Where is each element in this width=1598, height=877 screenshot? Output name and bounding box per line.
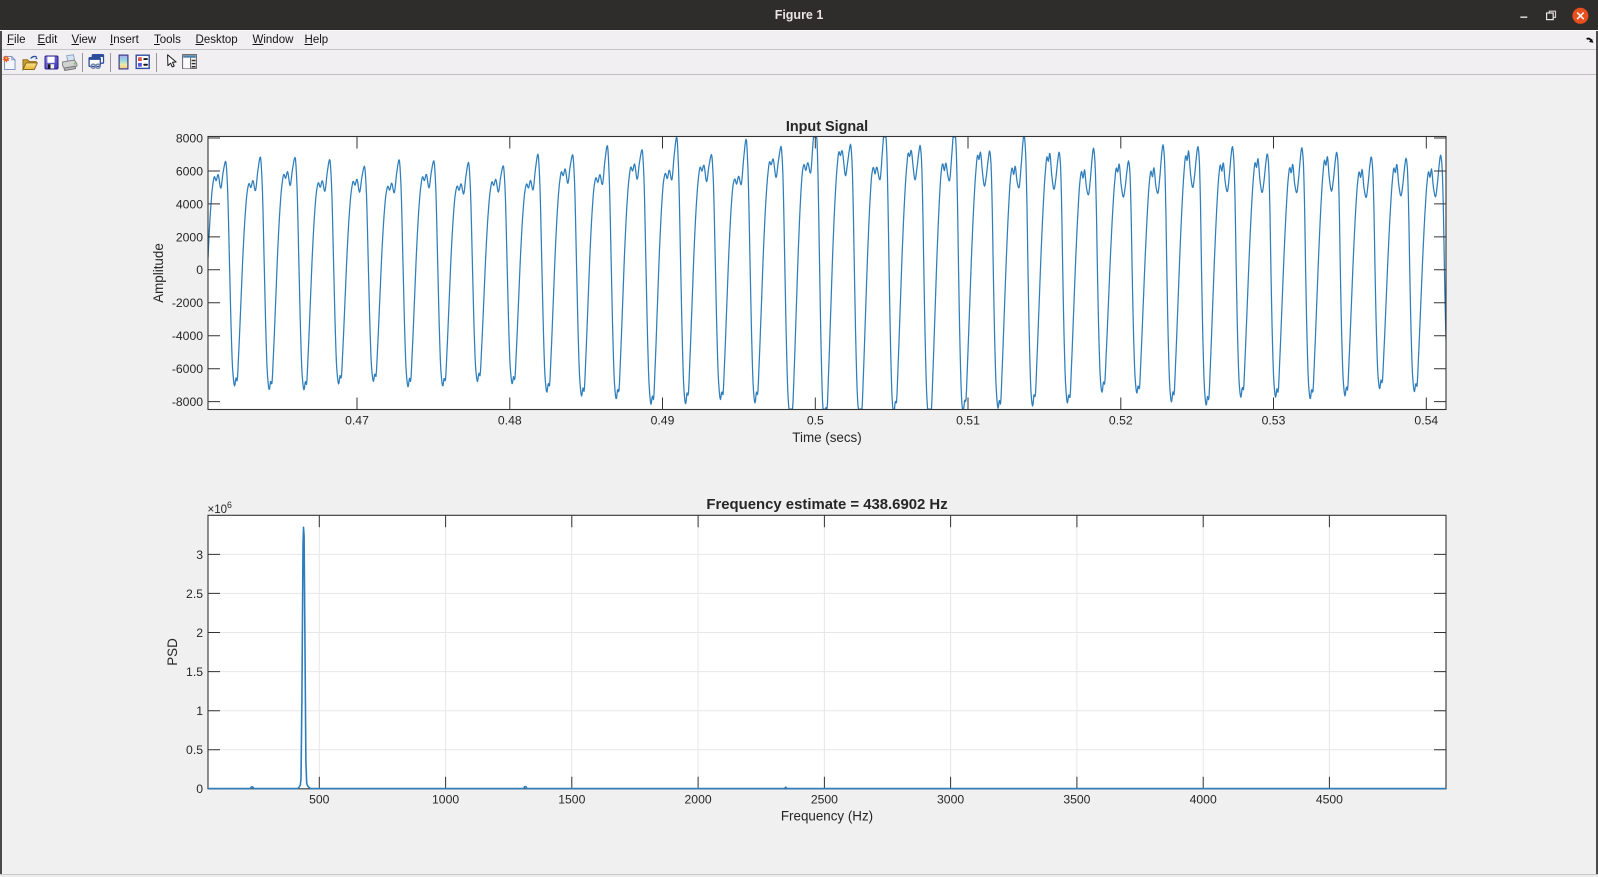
- svg-text:-2000: -2000: [172, 296, 203, 310]
- svg-text:4500: 4500: [1316, 793, 1343, 807]
- svg-text:-4000: -4000: [172, 329, 203, 343]
- svg-text:3: 3: [196, 548, 203, 562]
- svg-text:6000: 6000: [176, 164, 203, 178]
- svg-text:0.5: 0.5: [807, 414, 824, 428]
- svg-text:Time (secs): Time (secs): [792, 430, 861, 445]
- svg-text:3000: 3000: [937, 793, 964, 807]
- svg-text:0.52: 0.52: [1109, 414, 1133, 428]
- svg-text:-6000: -6000: [172, 362, 203, 376]
- svg-text:Frequency (Hz): Frequency (Hz): [781, 809, 873, 824]
- svg-text:0.49: 0.49: [651, 414, 675, 428]
- svg-text:2: 2: [196, 626, 203, 640]
- svg-text:Input Signal: Input Signal: [786, 119, 868, 135]
- svg-text:0.5: 0.5: [186, 743, 203, 757]
- svg-text:1000: 1000: [432, 793, 459, 807]
- svg-text:500: 500: [309, 793, 330, 807]
- svg-text:8000: 8000: [176, 131, 203, 145]
- svg-text:×106: ×106: [208, 500, 233, 516]
- svg-text:4000: 4000: [176, 197, 203, 211]
- svg-text:0.54: 0.54: [1414, 414, 1438, 428]
- svg-text:0.53: 0.53: [1262, 414, 1286, 428]
- svg-text:1.5: 1.5: [186, 665, 203, 679]
- svg-text:1500: 1500: [558, 793, 585, 807]
- svg-text:0.47: 0.47: [345, 414, 369, 428]
- svg-text:2500: 2500: [811, 793, 838, 807]
- svg-text:Amplitude: Amplitude: [151, 243, 166, 303]
- svg-text:-8000: -8000: [172, 395, 203, 409]
- svg-text:Frequency estimate = 438.6902: Frequency estimate = 438.6902 Hz: [706, 497, 947, 513]
- svg-text:0: 0: [196, 782, 203, 796]
- svg-text:2.5: 2.5: [186, 587, 203, 601]
- svg-text:0.51: 0.51: [956, 414, 980, 428]
- svg-text:PSD: PSD: [165, 638, 180, 666]
- svg-text:3500: 3500: [1063, 793, 1090, 807]
- svg-text:1: 1: [196, 704, 203, 718]
- svg-text:2000: 2000: [176, 230, 203, 244]
- svg-text:0: 0: [196, 263, 203, 277]
- svg-text:2000: 2000: [685, 793, 712, 807]
- svg-text:0.48: 0.48: [498, 414, 522, 428]
- svg-text:4000: 4000: [1190, 793, 1217, 807]
